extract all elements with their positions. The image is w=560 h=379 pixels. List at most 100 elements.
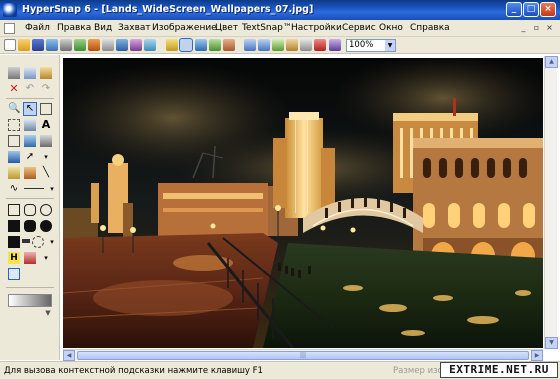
menu-view[interactable]: Вид <box>94 23 112 33</box>
rectangle-tool-icon[interactable] <box>8 204 20 216</box>
stamp-icon[interactable] <box>314 39 326 51</box>
repeat-capture-icon[interactable] <box>144 39 156 51</box>
document-system-menu-icon[interactable] <box>4 23 15 34</box>
stamp-red-icon[interactable] <box>24 252 36 264</box>
text-tool-icon[interactable]: A <box>40 119 52 131</box>
arrow-options-icon[interactable]: ▾ <box>40 151 52 163</box>
capture-region-icon[interactable] <box>88 39 100 51</box>
line-width-dropdown-icon[interactable]: ▾ <box>46 183 58 195</box>
slider-handle-icon[interactable]: ▼ <box>42 308 54 320</box>
foreground-color-icon[interactable] <box>8 236 20 248</box>
capture-window-icon[interactable] <box>74 39 86 51</box>
site-watermark: EXTRIME.NET.RU <box>440 362 558 378</box>
scroll-up-icon[interactable]: ▲ <box>545 56 558 68</box>
close-button[interactable]: × <box>540 2 556 17</box>
menu-bar: Файл Правка Вид Захват Изображение Цвет … <box>0 20 560 37</box>
mdi-restore-icon[interactable]: ▫ <box>531 23 542 34</box>
mdi-minimize-icon[interactable]: _ <box>518 23 529 34</box>
redo-icon[interactable]: ↷ <box>40 83 52 95</box>
textsnap-icon[interactable] <box>329 39 341 51</box>
capture-fullscreen-icon[interactable] <box>102 39 114 51</box>
save-as-icon[interactable] <box>46 39 58 51</box>
blur-tool-icon[interactable] <box>40 135 52 147</box>
line-tool-icon[interactable]: ╲ <box>40 167 52 179</box>
fill-tool-icon[interactable] <box>24 119 36 131</box>
tool-separator <box>6 287 54 288</box>
menu-settings[interactable]: Настройки <box>291 23 342 33</box>
window-title: HyperSnap 6 - [Lands_WideScreen_Wallpape… <box>22 4 314 15</box>
undo-icon[interactable]: ↶ <box>24 83 36 95</box>
cut-icon[interactable] <box>8 67 20 79</box>
spot-options-icon[interactable]: ▾ <box>46 236 58 248</box>
maximize-button[interactable]: □ <box>523 2 539 17</box>
vertical-scrollbar[interactable]: ▲ ▼ <box>544 56 558 349</box>
minimize-button[interactable]: _ <box>506 2 522 17</box>
zoom-select[interactable]: 100% ▼ <box>346 39 396 52</box>
capture-button-icon[interactable] <box>130 39 142 51</box>
save-disk-icon[interactable] <box>32 39 44 51</box>
horizontal-scrollbar[interactable]: ◀ ||| ▶ <box>63 349 543 361</box>
paste-icon[interactable] <box>40 67 52 79</box>
tool-separator <box>6 198 54 199</box>
frame-tool-icon[interactable] <box>8 135 20 147</box>
zoom-dropdown-arrow-icon[interactable]: ▼ <box>385 40 395 51</box>
rotate-left-icon[interactable] <box>244 39 256 51</box>
stamp-tool-icon[interactable] <box>24 135 36 147</box>
spot-tool-icon[interactable] <box>32 236 44 248</box>
scale-icon[interactable] <box>209 39 221 51</box>
ellipse-tool-icon[interactable] <box>40 204 52 216</box>
hypersnap-app-icon[interactable] <box>3 3 17 17</box>
new-file-icon[interactable] <box>4 39 16 51</box>
menu-capture[interactable]: Захват <box>118 23 151 33</box>
open-folder-icon[interactable] <box>18 39 30 51</box>
menu-help[interactable]: Справка <box>410 23 450 33</box>
menu-edit[interactable]: Правка <box>57 23 91 33</box>
filled-rounded-rect-icon[interactable] <box>24 220 36 232</box>
scroll-down-icon[interactable]: ▼ <box>545 337 558 349</box>
stamp-options-icon[interactable]: ▾ <box>40 252 52 264</box>
color-adjust-icon[interactable] <box>223 39 235 51</box>
line-width-icon[interactable] <box>24 188 44 189</box>
main-toolbar: 100% ▼ <box>0 37 560 54</box>
flip-icon[interactable] <box>272 39 284 51</box>
arrow-tool-icon[interactable]: ➚ <box>24 151 36 163</box>
drawing-tools-panel: ✕ ↶ ↷ 🔍 ↖ A ➚ ▾ ╲ ∿ ▾ ▾ H ▾ ▼ <box>0 55 60 360</box>
print-icon[interactable] <box>60 39 72 51</box>
rotate-right-icon[interactable] <box>258 39 270 51</box>
highlighter-tool-icon[interactable] <box>8 167 20 179</box>
color-picker-icon[interactable] <box>8 151 20 163</box>
filled-ellipse-tool-icon[interactable] <box>40 220 52 232</box>
menu-textsnap[interactable]: TextSnap™ <box>242 23 292 33</box>
zoom-tool-icon[interactable]: 🔍 <box>8 103 20 115</box>
menu-file[interactable]: Файл <box>25 23 50 33</box>
rounded-rect-tool-icon[interactable] <box>24 204 36 216</box>
horizontal-scroll-thumb[interactable]: ||| <box>77 351 529 360</box>
select-area-tool-icon[interactable] <box>40 103 52 115</box>
copy-image-icon[interactable] <box>300 39 312 51</box>
zoom-value: 100% <box>349 40 374 50</box>
curve-tool-icon[interactable]: ∿ <box>8 183 20 195</box>
capture-frame-icon[interactable] <box>8 268 20 280</box>
delete-icon[interactable]: ✕ <box>8 83 20 95</box>
menu-color[interactable]: Цвет <box>215 23 238 33</box>
copy-icon[interactable] <box>24 67 36 79</box>
marquee-tool-icon[interactable] <box>8 119 20 131</box>
color-swap-icon[interactable] <box>22 239 30 243</box>
capture-active-icon[interactable] <box>116 39 128 51</box>
scroll-right-icon[interactable]: ▶ <box>531 350 543 361</box>
highlight-h-icon[interactable]: H <box>8 252 20 264</box>
opacity-slider[interactable] <box>8 294 52 307</box>
resize-icon[interactable] <box>195 39 207 51</box>
pointer-tool-icon[interactable]: ↖ <box>23 102 37 116</box>
menu-service[interactable]: Сервис <box>342 23 376 33</box>
effects-icon[interactable] <box>286 39 298 51</box>
crop-icon[interactable] <box>166 39 178 51</box>
pencil-tool-icon[interactable] <box>24 167 36 179</box>
filled-rect-tool-icon[interactable] <box>8 220 20 232</box>
mdi-close-icon[interactable]: × <box>544 23 555 34</box>
scroll-left-icon[interactable]: ◀ <box>63 350 75 361</box>
select-tool-icon[interactable] <box>179 38 193 52</box>
menu-image[interactable]: Изображение <box>152 23 217 33</box>
image-canvas[interactable] <box>63 58 543 348</box>
menu-window[interactable]: Окно <box>379 23 403 33</box>
